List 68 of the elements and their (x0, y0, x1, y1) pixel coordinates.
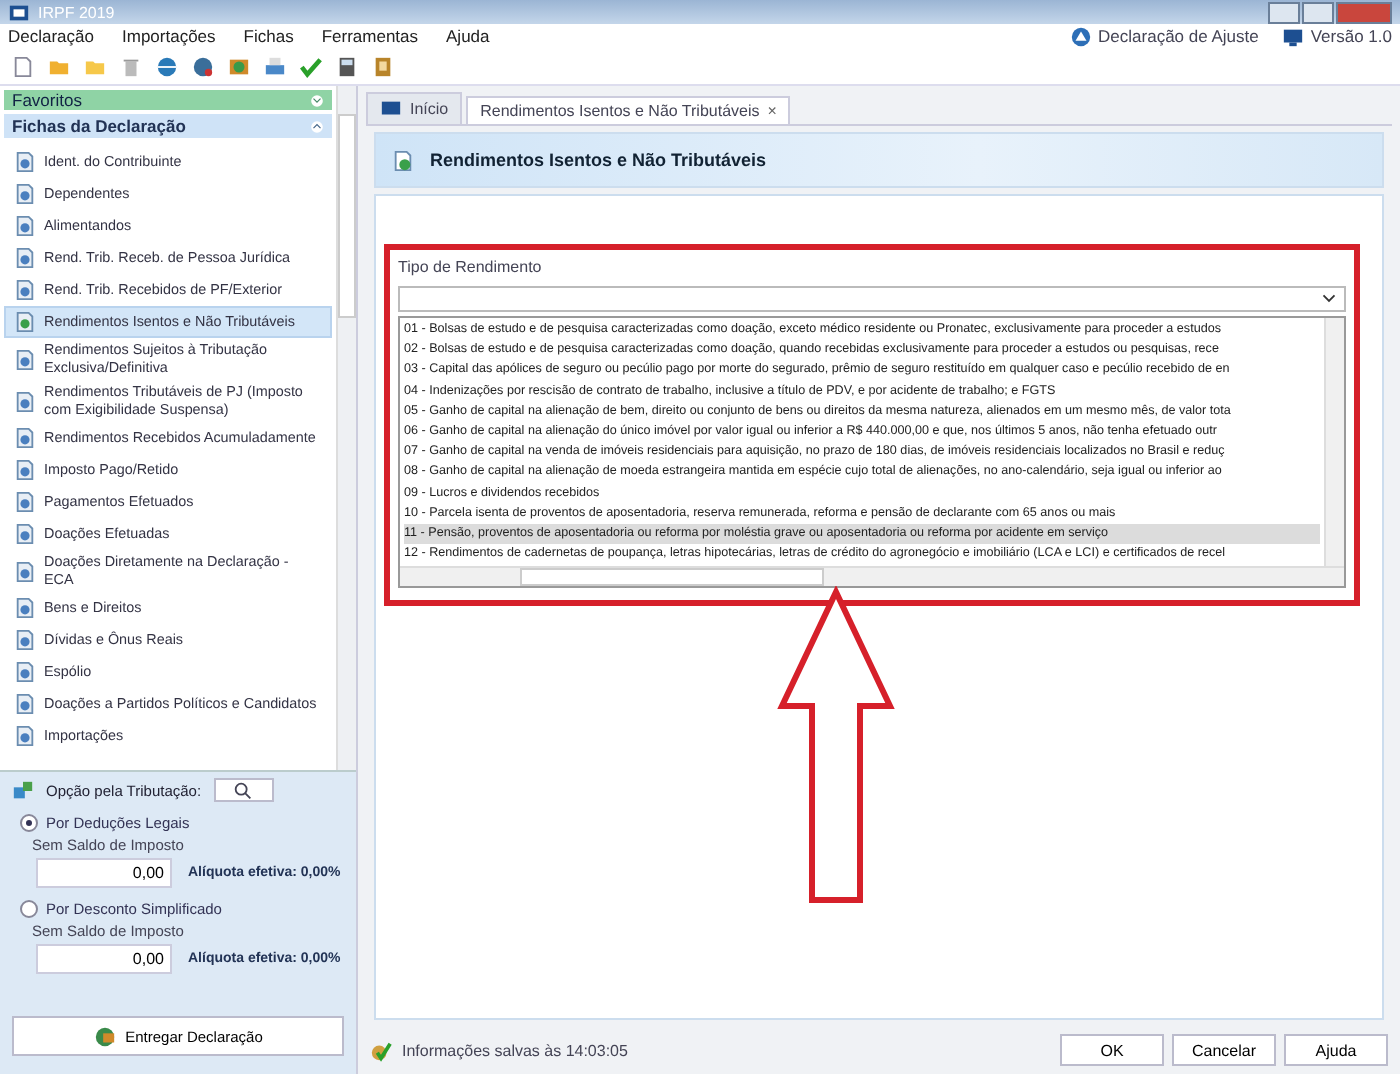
checkmark-icon (370, 1039, 392, 1061)
printer-icon (264, 55, 286, 77)
search-button[interactable] (213, 778, 274, 802)
dialog-button[interactable]: OK (1060, 1034, 1164, 1066)
chevron-icon (310, 119, 324, 133)
section-header[interactable]: Fichas da Declaração (4, 114, 332, 138)
value-field[interactable]: 0,00 (36, 858, 172, 888)
dropdown-list[interactable] (398, 316, 1346, 589)
tab[interactable]: Rendimentos Isentos e Não Tributáveis × (466, 96, 791, 124)
dialog-button[interactable]: Cancelar (1172, 1034, 1276, 1066)
scrollbar[interactable] (336, 86, 356, 770)
search-icon (232, 779, 255, 801)
field-label: Tipo de Rendimento (398, 258, 544, 276)
document-icon (14, 596, 36, 620)
app-icon (8, 1, 30, 23)
document-icon (14, 278, 36, 302)
book-icon (372, 55, 394, 77)
document-icon (14, 490, 36, 514)
header-link[interactable]: Versão 1.0 (1310, 26, 1392, 46)
radio-button[interactable] (20, 814, 38, 832)
value-field[interactable]: 0,00 (36, 944, 172, 974)
menu-item[interactable]: Importações (122, 26, 216, 46)
chevron-icon (310, 93, 324, 107)
document-icon (14, 347, 36, 371)
new-file-icon (12, 55, 34, 77)
monitor-icon (380, 98, 402, 120)
favorites-label: Favoritos (12, 90, 82, 110)
status-text: Informações salvas às 14:03:05 (402, 1041, 628, 1059)
menu-item[interactable]: Declaração (8, 26, 94, 46)
document-icon (14, 724, 36, 748)
trash-icon (120, 55, 142, 77)
document-icon (14, 246, 36, 270)
document-icon (14, 559, 36, 583)
menu-item[interactable]: Ferramentas (321, 26, 419, 46)
document-icon (14, 458, 36, 482)
minimize-button[interactable] (1268, 1, 1300, 23)
menu-item[interactable]: Ajuda (446, 26, 490, 46)
checkmark-icon (300, 55, 322, 77)
document-icon (14, 182, 36, 206)
document-icon (14, 522, 36, 546)
dropdown-field[interactable] (398, 286, 1346, 312)
document-icon (14, 660, 36, 684)
maximize-button[interactable] (1302, 1, 1334, 23)
document-icon (14, 628, 36, 652)
puzzle-icon (12, 779, 34, 801)
menu-item[interactable]: Fichas (243, 26, 294, 46)
document-icon (14, 389, 36, 413)
tab-close-button[interactable]: × (767, 102, 777, 120)
document-icon (14, 310, 36, 334)
page-title: Rendimentos Isentos e Não Tributáveis (430, 150, 767, 170)
box-icon (228, 55, 250, 77)
document-icon (14, 692, 36, 716)
header-link[interactable]: Declaração de Ajuste (1098, 26, 1259, 46)
document-check-icon (392, 149, 414, 171)
document-icon (14, 426, 36, 450)
monitor-icon (1282, 25, 1305, 47)
section-label: Fichas da Declaração (12, 116, 186, 136)
document-icon (14, 150, 36, 174)
favorites-header[interactable]: Favoritos (4, 90, 332, 110)
scrollbar[interactable] (1324, 318, 1344, 567)
window-title: IRPF 2019 (38, 3, 115, 21)
dialog-button[interactable]: Ajuda (1284, 1034, 1388, 1066)
calculator-icon (336, 55, 358, 77)
scrollbar[interactable] (400, 566, 1344, 587)
close-button[interactable] (1336, 1, 1392, 23)
tab[interactable]: Início (366, 92, 463, 124)
document-icon (14, 214, 36, 238)
radio-button[interactable] (20, 900, 38, 918)
